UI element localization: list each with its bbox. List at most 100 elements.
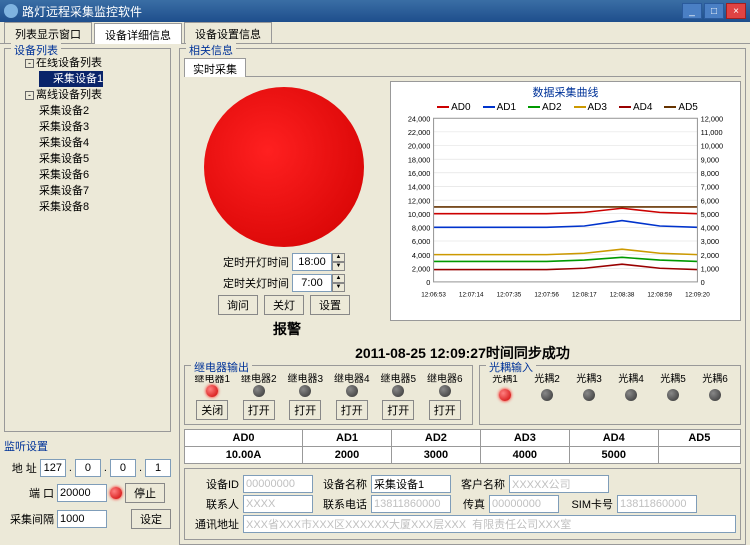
relay-button[interactable]: 打开 [243, 400, 275, 420]
ad-value [658, 447, 740, 464]
off-time-spinner[interactable]: ▲▼ [292, 274, 345, 292]
tree-item[interactable]: 采集设备8 [11, 199, 164, 215]
svg-text:8,000: 8,000 [701, 169, 719, 178]
spin-down-icon[interactable]: ▼ [332, 262, 345, 271]
svg-text:2,000: 2,000 [412, 264, 430, 273]
relay-led-icon [439, 385, 451, 397]
set-button[interactable]: 设置 [310, 295, 350, 315]
relay-led-icon [392, 385, 404, 397]
ad-value: 3000 [391, 447, 480, 464]
ad-header: AD5 [658, 430, 740, 447]
minimize-button[interactable]: _ [682, 3, 702, 19]
ip-octet-3[interactable] [110, 459, 136, 477]
svg-text:14,000: 14,000 [408, 183, 431, 192]
optical-led-icon [541, 389, 553, 401]
tab-realtime[interactable]: 实时采集 [184, 58, 246, 77]
main-tabs: 列表显示窗口 设备详细信息 设备设置信息 [0, 22, 750, 44]
spin-up-icon[interactable]: ▲ [332, 253, 345, 262]
interval-input[interactable] [57, 510, 107, 528]
tree-offline-root[interactable]: -离线设备列表 [11, 87, 164, 103]
optical-led-icon [709, 389, 721, 401]
svg-text:0: 0 [701, 278, 705, 287]
svg-text:22,000: 22,000 [408, 128, 431, 137]
svg-text:4,000: 4,000 [412, 251, 430, 260]
stop-button[interactable]: 停止 [125, 483, 165, 503]
alarm-title: 报警 [190, 319, 384, 339]
info-cust[interactable] [509, 475, 609, 493]
optical-led-icon [625, 389, 637, 401]
svg-text:16,000: 16,000 [408, 169, 431, 178]
tab-device-settings[interactable]: 设备设置信息 [184, 22, 272, 43]
tree-item[interactable]: 采集设备7 [11, 183, 164, 199]
listen-settings-title: 监听设置 [4, 438, 171, 454]
tree-item[interactable]: 采集设备6 [11, 167, 164, 183]
close-button[interactable]: × [726, 3, 746, 19]
ad-header: AD4 [569, 430, 658, 447]
info-phone[interactable] [371, 495, 451, 513]
port-input[interactable] [57, 484, 107, 502]
tree-item[interactable]: 采集设备5 [11, 151, 164, 167]
on-time-spinner[interactable]: ▲▼ [292, 253, 345, 271]
svg-text:1,000: 1,000 [701, 264, 719, 273]
spin-up-icon[interactable]: ▲ [332, 274, 345, 283]
device-list-title: 设备列表 [11, 42, 61, 58]
tab-device-detail[interactable]: 设备详细信息 [94, 23, 182, 44]
ip-octet-2[interactable] [75, 459, 101, 477]
tree-item[interactable]: 采集设备2 [11, 103, 164, 119]
optical-title: 光耦输入 [486, 359, 536, 375]
svg-text:7,000: 7,000 [701, 183, 719, 192]
lights-off-button[interactable]: 关灯 [264, 295, 304, 315]
collapse-icon[interactable]: - [25, 91, 34, 100]
listen-led-icon [110, 487, 122, 499]
collapse-icon[interactable]: - [25, 59, 34, 68]
svg-text:4,000: 4,000 [701, 224, 719, 233]
set-interval-button[interactable]: 设定 [131, 509, 171, 529]
info-sim[interactable] [617, 495, 697, 513]
relay-button[interactable]: 打开 [382, 400, 414, 420]
tree-item[interactable]: 采集设备3 [11, 119, 164, 135]
svg-text:0: 0 [426, 278, 430, 287]
info-devid-label: 设备ID [189, 476, 239, 492]
svg-text:24,000: 24,000 [408, 114, 431, 123]
relay-label: 继电器3 [284, 370, 326, 385]
spin-down-icon[interactable]: ▼ [332, 283, 345, 292]
info-phone-label: 联系电话 [317, 496, 367, 512]
port-label: 端 口 [4, 485, 54, 501]
tree-item[interactable]: 采集设备4 [11, 135, 164, 151]
svg-text:9,000: 9,000 [701, 155, 719, 164]
svg-text:12:07:35: 12:07:35 [497, 292, 522, 299]
ad-header: AD1 [303, 430, 392, 447]
info-cust-label: 客户名称 [455, 476, 505, 492]
info-fax[interactable] [489, 495, 559, 513]
optical-led-icon [499, 389, 511, 401]
line-chart: 02,0004,0006,0008,00010,00012,00014,0001… [391, 113, 740, 303]
relay-button[interactable]: 打开 [289, 400, 321, 420]
svg-text:12:08:17: 12:08:17 [572, 292, 597, 299]
query-button[interactable]: 询问 [218, 295, 258, 315]
ip-octet-4[interactable] [145, 459, 171, 477]
info-contact[interactable] [243, 495, 313, 513]
relay-led-icon [253, 385, 265, 397]
tab-list-view[interactable]: 列表显示窗口 [4, 22, 92, 43]
svg-text:12:07:14: 12:07:14 [459, 292, 484, 299]
address-label: 地 址 [4, 460, 37, 476]
status-indicator-icon [204, 87, 364, 247]
info-addr[interactable] [243, 515, 736, 533]
window-title: 路灯远程采集监控软件 [22, 3, 682, 20]
optical-label: 光耦5 [652, 370, 694, 385]
device-info: 设备ID 设备名称 客户名称 联系人 联系电话 传真 SIM卡号 通讯地址 [184, 468, 741, 540]
optical-led-icon [583, 389, 595, 401]
info-devid[interactable] [243, 475, 313, 493]
maximize-button[interactable]: □ [704, 3, 724, 19]
relay-button[interactable]: 打开 [429, 400, 461, 420]
tree-item-selected[interactable]: 采集设备1 [39, 71, 103, 87]
svg-text:12:07:56: 12:07:56 [534, 292, 559, 299]
on-time-label: 定时开灯时间 [223, 254, 289, 270]
ip-octet-1[interactable] [40, 459, 66, 477]
ad-value: 4000 [480, 447, 569, 464]
relay-button[interactable]: 关闭 [196, 400, 228, 420]
device-tree[interactable]: -在线设备列表 采集设备1 -离线设备列表 采集设备2采集设备3采集设备4采集设… [9, 53, 166, 373]
ad-header: AD3 [480, 430, 569, 447]
info-devname[interactable] [371, 475, 451, 493]
relay-button[interactable]: 打开 [336, 400, 368, 420]
